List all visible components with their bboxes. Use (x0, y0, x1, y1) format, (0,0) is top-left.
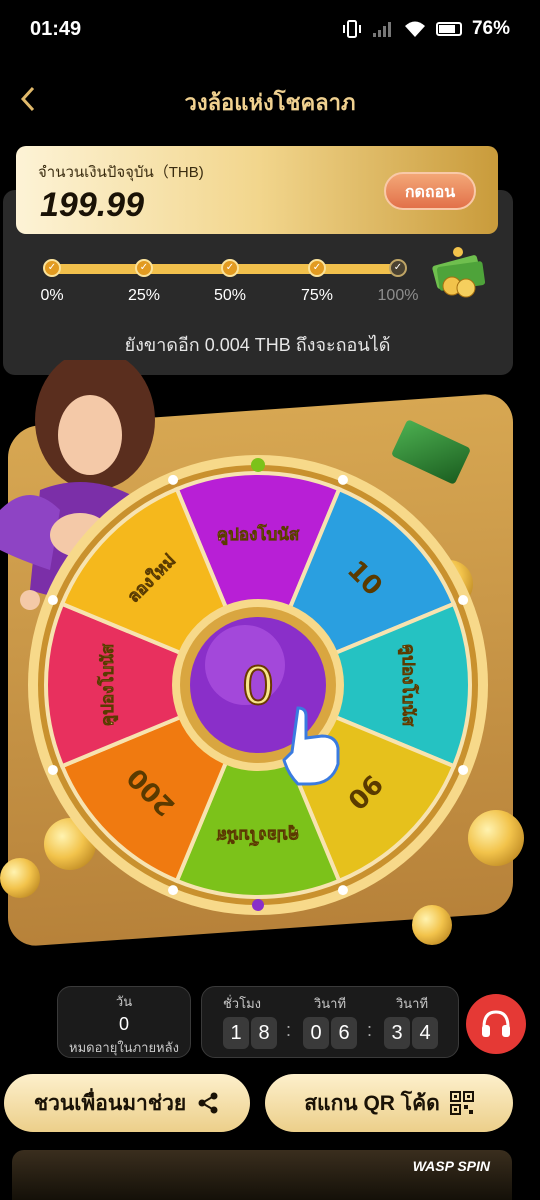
headset-icon (482, 1010, 510, 1037)
page-title: วงล้อแห่งโชคลาภ (184, 90, 356, 115)
colon-separator: : (286, 1020, 292, 1040)
promo-banner[interactable]: WASP SPIN (12, 1150, 512, 1200)
wheel-rim-light (458, 595, 469, 606)
countdown-timer: ชั่วโมง วินาที วินาที 1 8 : 0 6 : 3 4 (201, 986, 459, 1058)
share-icon (198, 1092, 218, 1114)
days-label: วัน (115, 994, 133, 1009)
colon-separator: : (367, 1020, 373, 1040)
scan-label: สแกน QR โค้ด (304, 1091, 440, 1115)
wheel-rim-light (458, 764, 469, 775)
money-stack-icon (432, 247, 486, 298)
customer-support-button[interactable] (466, 994, 526, 1054)
hour-digit: 1 (223, 1017, 249, 1049)
header: วงล้อแห่งโชคลาภ (0, 75, 540, 125)
progress-label: 100% (377, 287, 419, 304)
balance-card: จำนวนเงินปัจจุบัน（THB) 199.99 กดถอน (16, 146, 498, 234)
wheel-rim-light (168, 474, 179, 485)
wheel-segment-label: คูปองโบนัส (397, 644, 419, 727)
vibrate-icon (342, 20, 361, 38)
remaining-amount-text: ยังขาดอีก 0.004 THB ถึงจะถอนได้ (124, 335, 391, 355)
second-digit: 3 (384, 1017, 410, 1049)
status-time: 01:49 (30, 18, 82, 40)
progress-label: 50% (213, 287, 247, 304)
balance-label: จำนวนเงินปัจจุบัน（THB) (38, 164, 204, 181)
minute-digit: 0 (303, 1017, 329, 1049)
invite-label: ชวนเพื่อนมาช่วย (33, 1091, 187, 1115)
hour-digit: 8 (251, 1017, 277, 1049)
seconds-label: วินาที (395, 996, 429, 1011)
wheel-rim-light (337, 885, 348, 896)
balance-value: 199.99 (40, 186, 144, 224)
wheel-segment-label: คูปองโบนัส (217, 524, 300, 546)
signal-icon (372, 22, 391, 37)
battery-icon (435, 22, 462, 36)
qr-code-icon (449, 1091, 474, 1115)
wheel-rim-light (47, 595, 58, 606)
minute-digit: 6 (331, 1017, 357, 1049)
withdraw-button[interactable]: กดถอน (384, 172, 476, 210)
progress-label: 75% (300, 287, 334, 304)
battery-percent: 76% (471, 18, 510, 39)
days-value: 0 (118, 1014, 129, 1034)
progress-label: 0% (40, 287, 64, 304)
wheel-rim-light (47, 764, 58, 775)
wheel-segment-label: คูปองโบนัส (216, 824, 299, 846)
progress-dot: ✓ (308, 259, 326, 277)
wheel-rim-light (168, 885, 179, 896)
second-digit: 4 (412, 1017, 438, 1049)
hours-label: ชั่วโมง (222, 996, 262, 1011)
progress-label: 25% (127, 287, 161, 304)
progress-dot: ✓ (221, 259, 239, 277)
wheel-segment-label: คูปองโบนัส (97, 643, 119, 726)
prize-wheel[interactable]: 0 คูปองโบนัส10คูปองโบนัส90คูปองโบนัส200ค… (0, 450, 540, 920)
wheel-rim-light (337, 474, 348, 485)
progress-dot: ✓ (135, 259, 153, 277)
progress-dot: ✓ (389, 259, 407, 277)
expiry-caption: หมดอายุในภายหลัง (69, 1040, 179, 1055)
scan-qr-button[interactable]: สแกน QR โค้ด (265, 1074, 513, 1132)
minutes-label: วินาที (313, 996, 347, 1011)
wifi-icon (404, 21, 425, 37)
progress-dot: ✓ (43, 259, 61, 277)
invite-friends-button[interactable]: ชวนเพื่อนมาช่วย (4, 1074, 250, 1132)
days-remaining-box: วัน 0 หมดอายุในภายหลัง (57, 986, 191, 1058)
banner-text: WASP SPIN (412, 1158, 490, 1174)
wheel-center-value: 0 (241, 657, 274, 717)
status-icons: 76% (342, 18, 510, 40)
status-bar: 01:49 76% (0, 0, 540, 60)
